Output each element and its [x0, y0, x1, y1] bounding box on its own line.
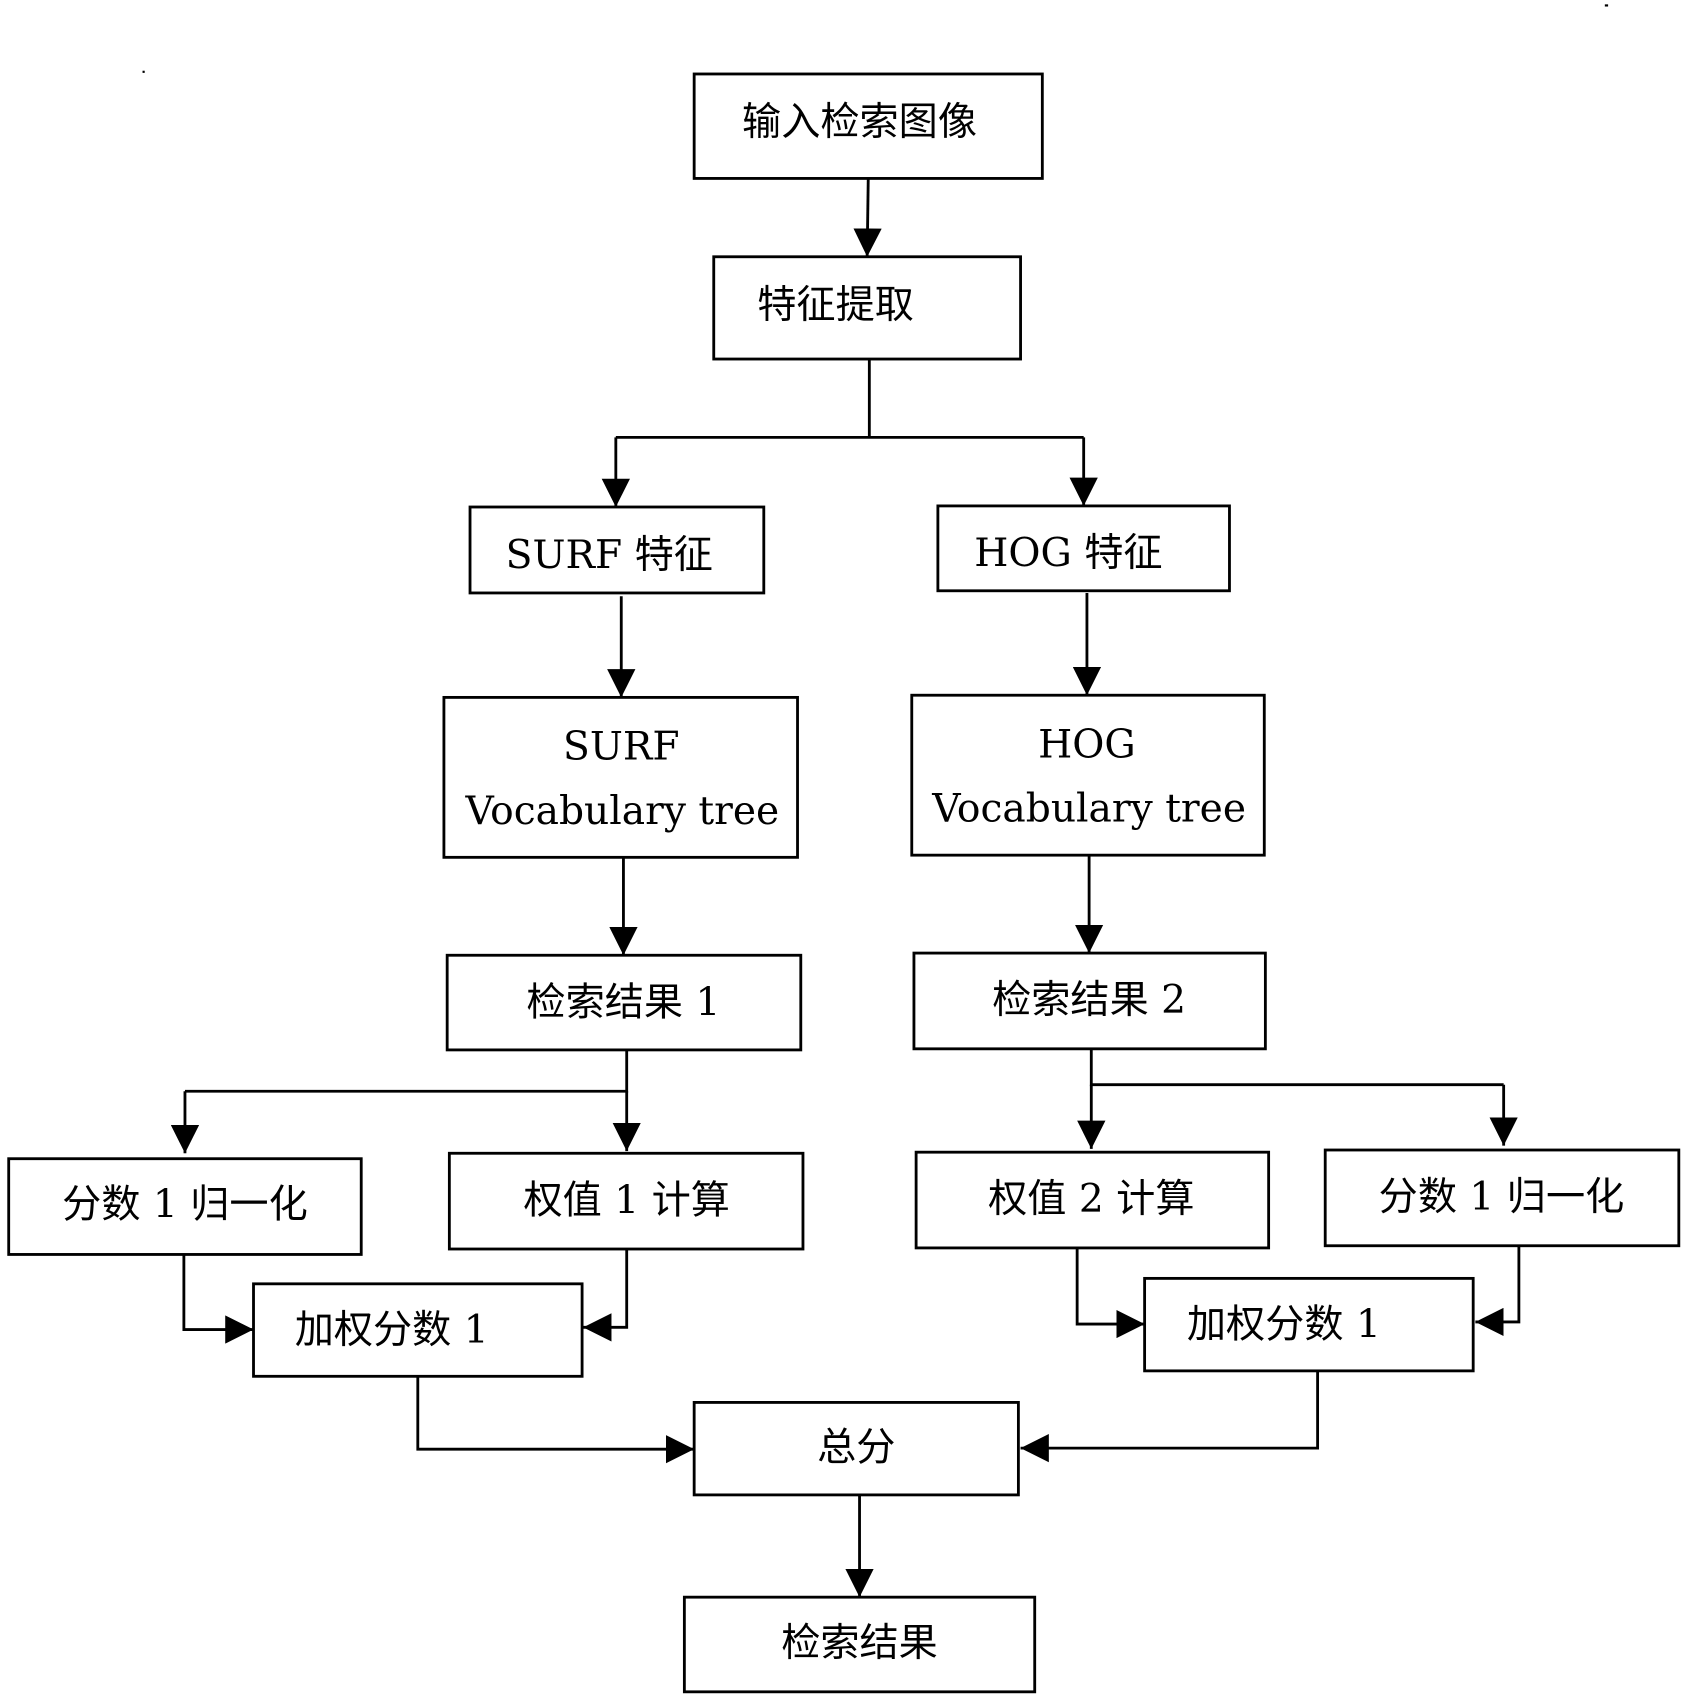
node-label: 加权分数 1 [1187, 1302, 1381, 1347]
node-hog-vocab-tree: HOG Vocabulary tree [910, 693, 1266, 857]
node-label-line1: SURF [563, 725, 679, 770]
node-label: 检索结果 1 [526, 980, 720, 1025]
node-label: SURF 特征 [506, 533, 713, 578]
node-surf-vocab-tree: SURF Vocabulary tree [442, 695, 799, 859]
node-label-line2: Vocabulary tree [464, 789, 779, 834]
flowchart: 输入检索图像 特征提取 SURF 特征 HOG 特征 SURF Vocabula… [7, 4, 1681, 1694]
node-weighted-score-right: 加权分数 1 [1143, 1276, 1475, 1373]
node-final-result: 检索结果 [682, 1595, 1037, 1694]
node-feature-extraction: 特征提取 [712, 255, 1022, 361]
node-label: 检索结果 [781, 1621, 938, 1666]
node-score1-normalize-right: 分数 1 归一化 [1323, 1148, 1681, 1248]
node-label: 分数 1 归一化 [62, 1183, 308, 1228]
node-label: 输入检索图像 [742, 100, 977, 145]
node-label-line1: HOG [1038, 722, 1136, 767]
edge-weight1-wscoreL [583, 1249, 629, 1342]
edge-wscoreR-total [1020, 1370, 1320, 1463]
edge-extract-split [615, 359, 1084, 439]
node-result-2: 检索结果 2 [912, 951, 1267, 1051]
node-input-image: 输入检索图像 [692, 72, 1044, 180]
node-label: 总分 [817, 1425, 895, 1470]
edge-result2-split [1089, 1048, 1504, 1087]
node-label-line2: Vocabulary tree [931, 787, 1246, 832]
node-label: HOG 特征 [974, 531, 1162, 576]
node-label: 特征提取 [757, 283, 914, 328]
node-weight2-calc: 权值 2 计算 [914, 1150, 1271, 1250]
node-weight1-calc: 权值 1 计算 [447, 1151, 805, 1251]
edge-weight2-wscoreR [1075, 1247, 1145, 1339]
node-surf-feature: SURF 特征 [468, 505, 766, 595]
node-label: 权值 1 计算 [523, 1178, 729, 1223]
node-result-1: 检索结果 1 [445, 953, 803, 1052]
node-label: 加权分数 1 [295, 1308, 489, 1353]
speck [1604, 4, 1609, 7]
edge-normL-wscoreL [182, 1254, 254, 1344]
edge-wscoreL-total [416, 1376, 695, 1464]
node-label: 分数 1 归一化 [1379, 1175, 1625, 1220]
edge-input-extract [853, 178, 882, 257]
node-score1-normalize-left: 分数 1 归一化 [7, 1157, 363, 1256]
connectors [170, 178, 1521, 1598]
node-weighted-score-left: 加权分数 1 [252, 1282, 584, 1378]
node-total-score: 总分 [692, 1401, 1020, 1497]
edge-result1-split [184, 1049, 629, 1093]
edge-normR-wscoreR [1475, 1246, 1521, 1337]
speck [142, 70, 145, 73]
node-hog-feature: HOG 特征 [936, 504, 1231, 593]
node-label: 权值 2 计算 [988, 1177, 1194, 1222]
node-label: 检索结果 2 [992, 978, 1186, 1023]
